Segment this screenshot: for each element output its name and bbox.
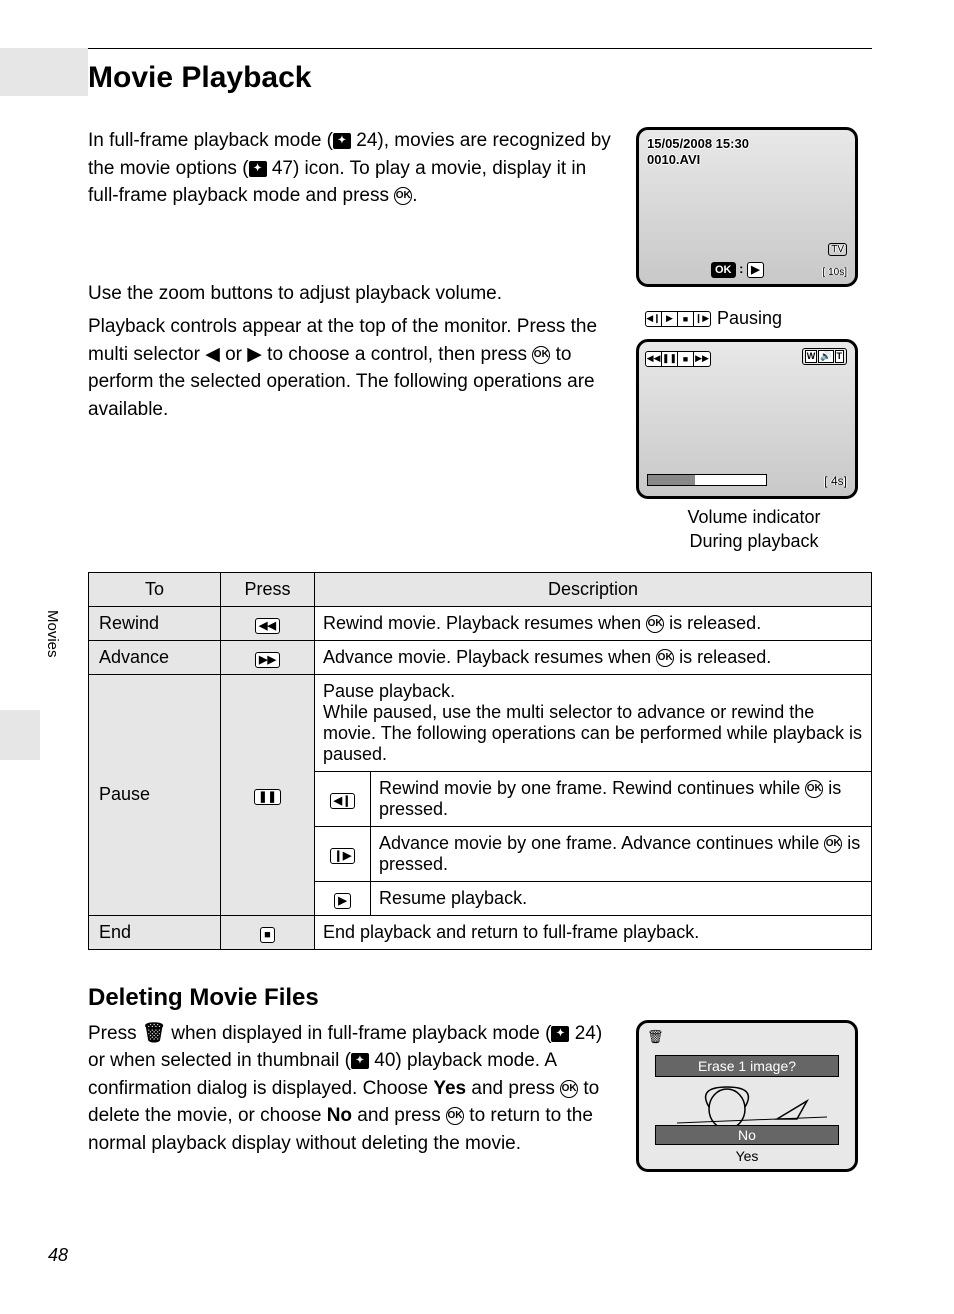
reference-icon: ✦ bbox=[351, 1053, 369, 1069]
table-header-to: To bbox=[89, 572, 221, 606]
trash-icon: 🗑 bbox=[647, 1029, 664, 1045]
reference-icon: ✦ bbox=[333, 133, 351, 149]
delete-yes-option[interactable]: Yes bbox=[655, 1147, 839, 1165]
table-row: Rewind ◀◀ Rewind movie. Playback resumes… bbox=[89, 606, 872, 640]
face-sketch bbox=[639, 1079, 855, 1127]
pausing-label: Pausing bbox=[717, 308, 782, 329]
zoom-note: Use the zoom buttons to adjust playback … bbox=[88, 280, 620, 308]
ok-button-icon: OK bbox=[805, 780, 823, 798]
screen-mode-icon: TV bbox=[828, 243, 847, 256]
ok-button-icon: OK bbox=[824, 835, 842, 853]
pause-icon: ❚❚ bbox=[254, 789, 280, 805]
lcd-screen-during-playback: ◀❙▶■❙▶ Pausing ◀◀❚❚■▶▶ W🔊T [ 4s] bbox=[636, 339, 858, 499]
stop-icon: ■ bbox=[260, 927, 275, 943]
table-header-press: Press bbox=[221, 572, 315, 606]
screen-timer: [ 10s] bbox=[823, 267, 847, 278]
volume-indicator: W🔊T bbox=[802, 348, 847, 365]
lcd-screen-playback: 15/05/2008 15:30 0010.AVI OK : ▶ TV [ 10… bbox=[636, 127, 858, 287]
ok-button-icon: OK bbox=[394, 187, 412, 205]
table-header-desc: Description bbox=[315, 572, 872, 606]
table-row: Advance ▶▶ Advance movie. Playback resum… bbox=[89, 640, 872, 674]
table-row: Pause ❚❚ Pause playback. While paused, u… bbox=[89, 674, 872, 771]
top-rule bbox=[88, 48, 872, 49]
subsection-title: Deleting Movie Files bbox=[88, 984, 872, 1012]
ok-button-icon: OK bbox=[560, 1080, 578, 1098]
table-row: End ■ End playback and return to full-fr… bbox=[89, 915, 872, 949]
reference-icon: ✦ bbox=[551, 1026, 569, 1042]
screen-caption: Volume indicator During playback bbox=[636, 505, 872, 554]
page-title: Movie Playback bbox=[88, 57, 872, 105]
screen-date: 15/05/2008 15:30 bbox=[647, 136, 749, 151]
frame-rewind-icon: ◀❙ bbox=[330, 793, 356, 809]
reference-icon: ✦ bbox=[249, 161, 267, 177]
progress-bar bbox=[647, 474, 767, 486]
trash-icon: 🗑 bbox=[142, 1023, 166, 1044]
lcd-screen-delete: 🗑 Erase 1 image? No Yes bbox=[636, 1020, 858, 1172]
intro-paragraph: In full-frame playback mode (✦ 24), movi… bbox=[88, 127, 620, 210]
screen-ok-play: OK : ▶ bbox=[711, 261, 764, 278]
delete-no-option[interactable]: No bbox=[655, 1125, 839, 1145]
play-icon: ▶ bbox=[334, 893, 350, 909]
control-strip-top: ◀◀❚❚■▶▶ bbox=[645, 351, 711, 367]
side-grey-tab bbox=[0, 710, 40, 760]
advance-icon: ▶▶ bbox=[255, 652, 280, 668]
controls-paragraph: Playback controls appear at the top of t… bbox=[88, 313, 620, 423]
ok-button-icon: OK bbox=[656, 649, 674, 667]
rewind-icon: ◀◀ bbox=[255, 618, 280, 634]
page-number: 48 bbox=[48, 1245, 68, 1266]
control-strip-callout: ◀❙▶■❙▶ bbox=[645, 311, 711, 327]
ok-button-icon: OK bbox=[646, 615, 664, 633]
header-grey-tab bbox=[0, 48, 88, 96]
delete-paragraph: Press 🗑 when displayed in full-frame pla… bbox=[88, 1020, 620, 1172]
frame-advance-icon: ❙▶ bbox=[330, 848, 356, 864]
screen-filename: 0010.AVI bbox=[647, 152, 700, 167]
side-section-label: Movies bbox=[44, 610, 61, 658]
ok-button-icon: OK bbox=[446, 1107, 464, 1125]
ok-button-icon: OK bbox=[532, 346, 550, 364]
erase-prompt: Erase 1 image? bbox=[655, 1055, 839, 1077]
operations-table: To Press Description Rewind ◀◀ Rewind mo… bbox=[88, 572, 872, 950]
duration-label: [ 4s] bbox=[824, 474, 847, 488]
